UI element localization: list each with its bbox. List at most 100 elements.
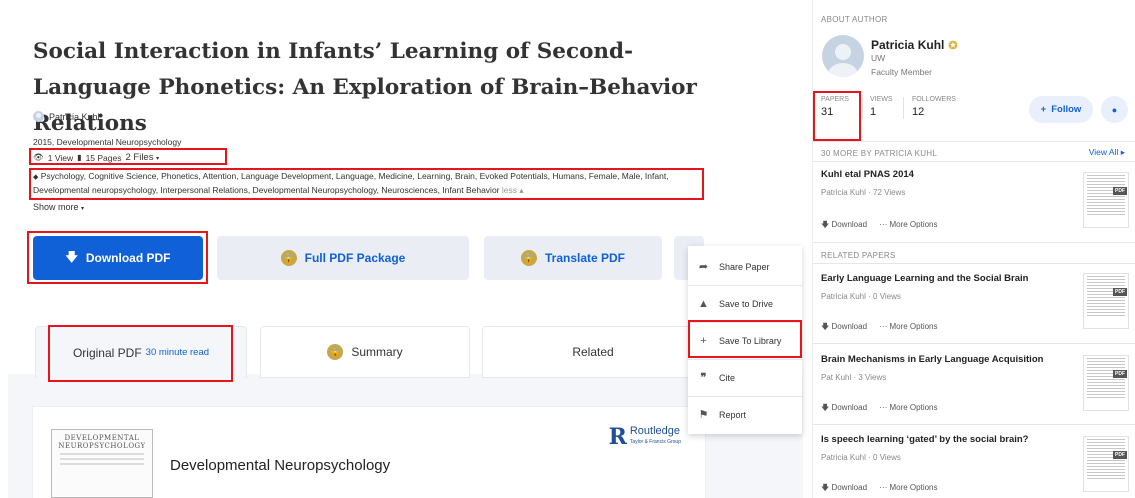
paper-title[interactable]: Brain Mechanisms in Early Language Acqui… [821, 354, 1071, 365]
author-institution: UW [871, 53, 886, 63]
quote-icon: ❞ [700, 372, 707, 384]
tab-summary-label: Summary [351, 345, 403, 359]
page-title: Social Interaction in Infants’ Learning … [33, 39, 697, 136]
author-link[interactable]: Patricia Kuhl [33, 111, 100, 122]
pdf-badge: PDF [1113, 451, 1127, 459]
caret-down-icon: ▾ [156, 156, 160, 162]
paper-meta: 👁 1 View ▮ 15 Pages 2 Files ▾ [33, 152, 159, 163]
more-options-label: More Options [889, 403, 938, 412]
paper-thumbnail[interactable]: PDF [1083, 436, 1129, 492]
download-link[interactable]: 🡇 Download [821, 403, 867, 412]
files-dropdown[interactable]: 2 Files ▾ [125, 152, 159, 163]
view-all-link[interactable]: View All ▸ [1089, 147, 1125, 158]
download-arrow-icon: 🡇 [65, 249, 78, 264]
stat-followers[interactable]: FOLLOWERS 12 [912, 96, 956, 118]
tab-original-pdf[interactable]: Original PDF 30 minute read [35, 326, 247, 378]
author-role: Faculty Member [871, 67, 932, 77]
pdf-badge: PDF [1113, 288, 1127, 296]
tags-list: ◆ Psychology, Cognitive Science, Phoneti… [33, 170, 703, 196]
menu-label: Save To Library [719, 335, 782, 346]
paper-title[interactable]: Kuhl etal PNAS 2014 [821, 169, 1071, 180]
download-link[interactable]: 🡇 Download [821, 483, 867, 492]
stat-value: 12 [912, 106, 925, 118]
follow-label: Follow [1051, 104, 1082, 115]
tab-bar: Original PDF 30 minute read 🔒 Summary Re… [0, 326, 800, 384]
share-icon: ➦ [698, 261, 709, 273]
full-pdf-package-button[interactable]: 🔒 Full PDF Package [217, 236, 469, 280]
badge-icon: ✪ [948, 40, 958, 52]
download-link[interactable]: 🡇 Download [821, 322, 867, 331]
menu-report[interactable]: ⚑ Report [688, 396, 802, 433]
publisher-sub: Taylor & Francis Group [629, 439, 681, 445]
download-label: Download [831, 403, 868, 412]
sidebar-author-name: Patricia Kuhl [871, 38, 945, 52]
tab-related[interactable]: Related [482, 326, 704, 378]
routledge-r-icon: R [608, 424, 627, 450]
more-options-label: More Options [889, 483, 938, 492]
download-pdf-button[interactable]: 🡇 Download PDF [33, 236, 203, 280]
paper-thumbnail[interactable]: PDF [1083, 172, 1129, 228]
author-name: Patricia Kuhl [49, 111, 100, 122]
author-avatar[interactable] [822, 35, 864, 77]
journal-name: Developmental Neuropsychology [170, 457, 391, 474]
paper-thumbnail[interactable]: PDF [1083, 355, 1129, 411]
eye-icon: 👁 [33, 152, 44, 162]
tab-summary[interactable]: 🔒 Summary [260, 326, 470, 378]
pdf-badge: PDF [1113, 370, 1127, 378]
tab-related-label: Related [572, 345, 614, 359]
stat-views[interactable]: VIEWS 1 [870, 96, 893, 118]
sidebar: ABOUT AUTHOR Patricia Kuhl ✪ UW Faculty M… [812, 0, 1135, 498]
more-options-label: More Options [889, 322, 938, 331]
more-options-link[interactable]: ··· More Options [879, 403, 937, 412]
menu-label: Cite [719, 372, 736, 383]
menu-save-to-drive[interactable]: ▲ Save to Drive [688, 285, 802, 322]
download-label: Download [831, 322, 868, 331]
sidebar-author[interactable]: Patricia Kuhl ✪ [871, 38, 958, 52]
download-label: Download [831, 483, 868, 492]
menu-label: Report [719, 409, 747, 420]
translate-pdf-label: Translate PDF [544, 251, 626, 265]
menu-cite[interactable]: ❞ Cite [688, 359, 802, 396]
show-more-toggle[interactable]: Show more ▾ [33, 202, 84, 212]
paper-title[interactable]: Early Language Learning and the Social B… [821, 273, 1071, 284]
menu-save-to-library[interactable]: + Save To Library [688, 322, 802, 359]
more-by-label: 30 MORE BY PATRICIA KUHL [821, 149, 938, 158]
download-link[interactable]: 🡇 Download [821, 220, 867, 229]
menu-label: Share Paper [719, 261, 770, 272]
lock-icon: 🔒 [280, 250, 297, 266]
paper-actions: 🡇 Download ··· More Options [821, 321, 938, 335]
journal-cover-image: DEVELOPMENTAL NEUROPSYCHOLOGY [51, 429, 153, 498]
more-options-link[interactable]: ··· More Options [879, 322, 937, 331]
paper-thumbnail[interactable]: PDF [1083, 273, 1129, 329]
paper-actions: 🡇 Download ··· More Options [821, 482, 938, 496]
more-options-link[interactable]: ··· More Options [879, 483, 937, 492]
stat-value: 31 [821, 106, 834, 118]
pdf-preview[interactable]: DEVELOPMENTAL NEUROPSYCHOLOGY Developmen… [33, 407, 705, 498]
tags-less-label: less [501, 185, 517, 195]
translate-pdf-button[interactable]: 🔒 Translate PDF [484, 236, 662, 280]
author-avatar-small [33, 111, 44, 122]
message-button[interactable]: ● [1101, 96, 1128, 123]
view-count: 1 View [47, 152, 74, 163]
stat-label: FOLLOWERS [912, 96, 956, 103]
paper-actions: 🡇 Download ··· More Options [821, 219, 938, 233]
lock-icon: 🔒 [327, 344, 344, 360]
full-pdf-package-label: Full PDF Package [304, 251, 406, 265]
menu-share-paper[interactable]: ➦ Share Paper [688, 248, 802, 285]
stat-papers[interactable]: PAPERS 31 [821, 96, 849, 118]
more-options-link[interactable]: ··· More Options [879, 220, 937, 229]
paper-actions: 🡇 Download ··· More Options [821, 402, 938, 416]
tags-less-toggle[interactable]: less ▴ [502, 185, 524, 195]
files-label: 2 Files [125, 152, 154, 163]
plus-icon: + [1040, 104, 1047, 115]
paper-title[interactable]: Is speech learning ‘gated’ by the social… [821, 434, 1071, 445]
view-all-label: View All [1088, 147, 1119, 157]
related-papers-label: RELATED PAPERS [821, 251, 896, 260]
follow-button[interactable]: + Follow [1029, 96, 1093, 123]
publisher-name: Routledge [629, 425, 681, 437]
tags-text[interactable]: Psychology, Cognitive Science, Phonetics… [33, 171, 669, 195]
about-author-label: ABOUT AUTHOR [821, 15, 888, 24]
download-label: Download [831, 220, 868, 229]
stat-label: PAPERS [821, 96, 849, 103]
read-time: 30 minute read [145, 347, 210, 358]
